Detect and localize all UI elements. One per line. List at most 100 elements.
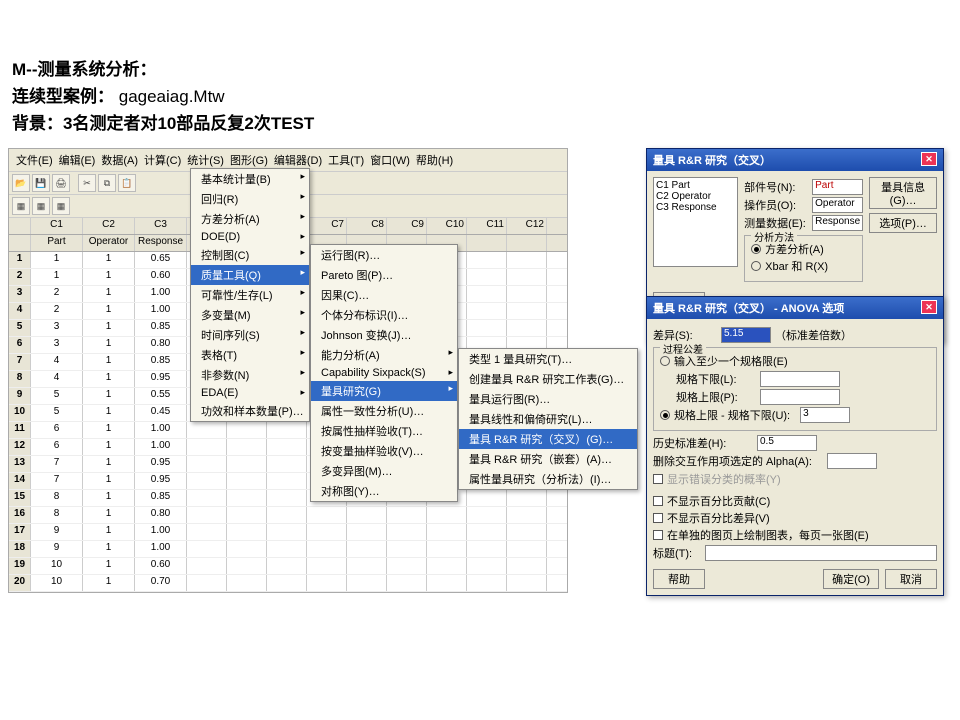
menu-item[interactable]: 图形(G) (227, 151, 271, 169)
table-row[interactable]: 18911.00 (9, 541, 567, 558)
menu-item[interactable]: 方差分析(A) (191, 209, 309, 229)
print-icon[interactable]: 🖨 (52, 174, 70, 192)
menu-item[interactable]: 量具 R&R 研究（交叉）(G)… (459, 429, 637, 449)
menu-item[interactable]: 质量工具(Q) (191, 265, 309, 285)
menu-item[interactable]: 创建量具 R&R 研究工作表(G)… (459, 369, 637, 389)
stat-menu[interactable]: 基本统计量(B)回归(R)方差分析(A)DOE(D)控制图(C)质量工具(Q)可… (190, 168, 310, 422)
heading-line1: M--测量系统分析： (12, 56, 314, 83)
variable-list[interactable]: C1 PartC2 OperatorC3 Response (653, 177, 738, 267)
menu-item[interactable]: 时间序列(S) (191, 325, 309, 345)
list-item[interactable]: C1 Part (656, 180, 735, 191)
menu-item[interactable]: 按变量抽样验收(V)… (311, 441, 457, 461)
dialog-titlebar[interactable]: 量具 R&R 研究（交叉） ✕ (647, 149, 943, 171)
menu-item[interactable]: 编辑器(D) (271, 151, 325, 169)
tolerance-group: 过程公差 输入至少一个规格限(E) 规格下限(L): 规格上限(P): 规格上限… (653, 347, 937, 431)
menu-item[interactable]: 属性量具研究（分析法）(I)… (459, 469, 637, 489)
open-icon[interactable]: 📂 (12, 174, 30, 192)
menu-item[interactable]: 属性一致性分析(U)… (311, 401, 457, 421)
operator-label: 操作员(O): (744, 197, 808, 213)
tool-icon[interactable]: ▦ (52, 197, 70, 215)
menu-item[interactable]: 类型 1 量具研究(T)… (459, 349, 637, 369)
menu-item[interactable]: 按属性抽样验收(T)… (311, 421, 457, 441)
menu-item[interactable]: 帮助(H) (413, 151, 456, 169)
menu-item[interactable]: 多变异图(M)… (311, 461, 457, 481)
close-icon[interactable]: ✕ (921, 152, 937, 166)
usl-input[interactable] (760, 389, 840, 405)
copy-icon[interactable]: ⧉ (98, 174, 116, 192)
menu-item[interactable]: 功效和样本数量(P)… (191, 401, 309, 421)
page-heading: M--测量系统分析： 连续型案例： gageaiag.Mtw 背景：3名测定者对… (12, 56, 314, 138)
table-row[interactable]: 201010.70 (9, 575, 567, 592)
menu-item[interactable]: 因果(C)… (311, 285, 457, 305)
menu-item[interactable]: 文件(E) (13, 151, 56, 169)
show-misclass-checkbox: 显示错误分类的概率(Y) (653, 471, 937, 487)
menu-item[interactable]: 表格(T) (191, 345, 309, 365)
diff-input[interactable]: 5.15 (721, 327, 771, 343)
list-item[interactable]: C2 Operator (656, 191, 735, 202)
part-label: 部件号(N): (744, 179, 808, 195)
menu-item[interactable]: 工具(T) (325, 151, 367, 169)
gage-study-menu[interactable]: 类型 1 量具研究(T)…创建量具 R&R 研究工作表(G)…量具运行图(R)…… (458, 348, 638, 490)
help-button[interactable]: 帮助 (653, 569, 705, 589)
tolerance-input[interactable]: 3 (800, 407, 850, 423)
menu-item[interactable]: 编辑(E) (56, 151, 99, 169)
list-item[interactable]: C3 Response (656, 202, 735, 213)
menu-item[interactable]: DOE(D) (191, 229, 309, 245)
table-row[interactable]: 17911.00 (9, 524, 567, 541)
tool-icon[interactable]: ▦ (12, 197, 30, 215)
menu-item[interactable]: Capability Sixpack(S) (311, 365, 457, 381)
operator-input[interactable]: Operator (812, 197, 863, 213)
menu-item[interactable]: Pareto 图(P)… (311, 265, 457, 285)
menu-item[interactable]: 窗口(W) (367, 151, 413, 169)
menu-item[interactable]: 个体分布标识(I)… (311, 305, 457, 325)
menu-item[interactable]: 能力分析(A) (311, 345, 457, 365)
heading-line2: 连续型案例： gageaiag.Mtw (12, 83, 314, 110)
ok-button[interactable]: 确定(O) (823, 569, 879, 589)
separate-pages-checkbox[interactable]: 在单独的图页上绘制图表，每页一张图(E) (653, 527, 937, 543)
hist-sd-input[interactable]: 0.5 (757, 435, 817, 451)
part-input[interactable]: Part (812, 179, 863, 195)
cut-icon[interactable]: ✂ (78, 174, 96, 192)
dialog-title: 量具 R&R 研究（交叉） (653, 152, 771, 168)
gage-info-button[interactable]: 量具信息(G)… (869, 177, 937, 209)
hide-contribution-checkbox[interactable]: 不显示百分比贡献(C) (653, 493, 937, 509)
menu-item[interactable]: 计算(C) (141, 151, 184, 169)
heading-line3: 背景：3名测定者对10部品反复2次TEST (12, 110, 314, 137)
title-input[interactable] (705, 545, 937, 561)
dialog-title: 量具 R&R 研究（交叉） - ANOVA 选项 (653, 300, 844, 316)
menu-item[interactable]: 量具 R&R 研究（嵌套）(A)… (459, 449, 637, 469)
diff-note: （标准差倍数） (775, 327, 852, 343)
dialog-titlebar[interactable]: 量具 R&R 研究（交叉） - ANOVA 选项 ✕ (647, 297, 943, 319)
menu-item[interactable]: 量具研究(G) (311, 381, 457, 401)
menu-item[interactable]: 多变量(M) (191, 305, 309, 325)
lsl-input[interactable] (760, 371, 840, 387)
menu-item[interactable]: 对称图(Y)… (311, 481, 457, 501)
options-button[interactable]: 选项(P)… (869, 213, 937, 233)
cancel-button[interactable]: 取消 (885, 569, 937, 589)
menu-item[interactable]: EDA(E) (191, 385, 309, 401)
quality-tools-menu[interactable]: 运行图(R)…Pareto 图(P)…因果(C)…个体分布标识(I)…Johns… (310, 244, 458, 502)
hide-variance-checkbox[interactable]: 不显示百分比差异(V) (653, 510, 937, 526)
menu-item[interactable]: 非参数(N) (191, 365, 309, 385)
tolerance-radio[interactable]: 规格上限 - 规格下限(U):3 (660, 407, 930, 423)
tool-icon[interactable]: ▦ (32, 197, 50, 215)
paste-icon[interactable]: 📋 (118, 174, 136, 192)
table-row[interactable]: 15810.85 (9, 490, 567, 507)
save-icon[interactable]: 💾 (32, 174, 50, 192)
menu-item[interactable]: 可靠性/生存(L) (191, 285, 309, 305)
menu-item[interactable]: 回归(R) (191, 189, 309, 209)
alpha-input[interactable] (827, 453, 877, 469)
table-row[interactable]: 191010.60 (9, 558, 567, 575)
close-icon[interactable]: ✕ (921, 300, 937, 314)
menu-item[interactable]: 统计(S) (184, 151, 227, 169)
menu-item[interactable]: 数据(A) (98, 151, 141, 169)
menu-item[interactable]: Johnson 变换(J)… (311, 325, 457, 345)
menu-item[interactable]: 控制图(C) (191, 245, 309, 265)
menu-item[interactable]: 运行图(R)… (311, 245, 457, 265)
menu-item[interactable]: 量具运行图(R)… (459, 389, 637, 409)
table-row[interactable]: 16810.80 (9, 507, 567, 524)
measurement-input[interactable]: Response (812, 215, 863, 231)
xbar-r-radio[interactable]: Xbar 和 R(X) (751, 258, 856, 274)
menu-item[interactable]: 基本统计量(B) (191, 169, 309, 189)
menu-item[interactable]: 量具线性和偏倚研究(L)… (459, 409, 637, 429)
